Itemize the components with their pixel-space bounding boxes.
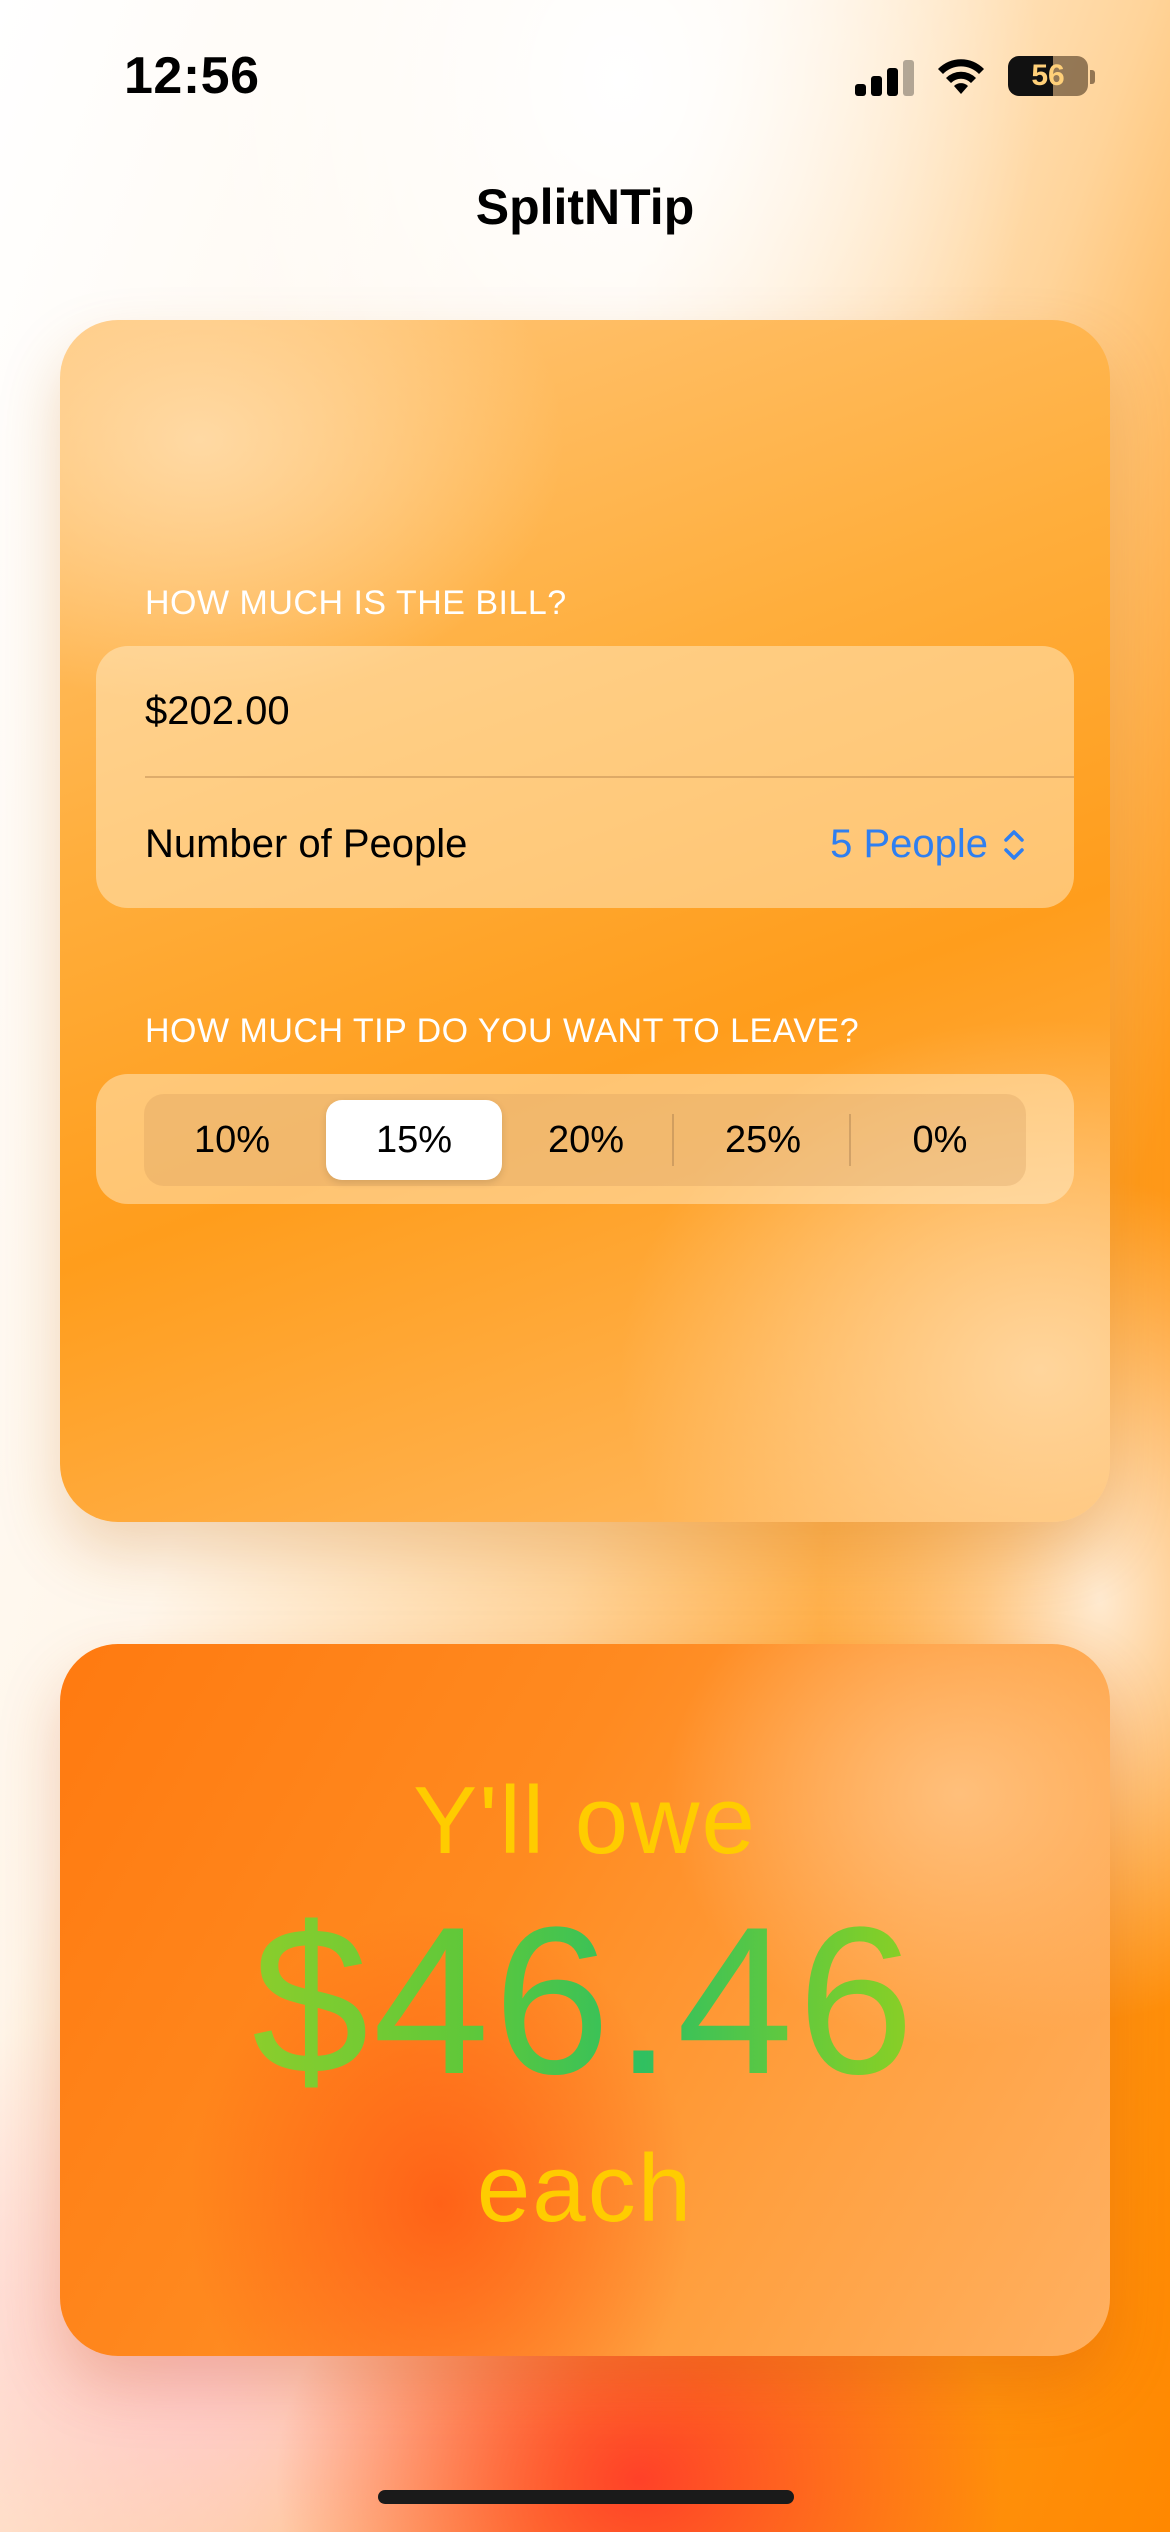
nav-title: SplitNTip <box>475 179 695 235</box>
chevron-updown-icon <box>1004 829 1024 860</box>
each-label: each <box>476 2135 694 2242</box>
wifi-icon <box>938 59 984 94</box>
status-bar: 12:56 56 <box>0 0 1170 150</box>
number-of-people-label: Number of People <box>145 822 468 866</box>
bill-amount-input[interactable] <box>145 646 1025 776</box>
tip-section-header: HOW MUCH TIP DO YOU WANT TO LEAVE? <box>145 1012 860 1050</box>
tip-option-25[interactable]: 25% <box>675 1094 851 1186</box>
bill-section-header: HOW MUCH IS THE BILL? <box>145 584 567 622</box>
home-indicator[interactable] <box>378 2490 794 2504</box>
tip-option-20[interactable]: 20% <box>498 1094 674 1186</box>
per-person-amount: $46.46 <box>0 1880 1170 2122</box>
tip-form-group: 10% 15% 20% 25% 0% <box>96 1074 1074 1204</box>
bill-input-card <box>60 320 1110 1522</box>
number-of-people-picker[interactable]: 5 People <box>830 822 1026 867</box>
people-picker-value: 5 People <box>830 822 988 866</box>
status-time: 12:56 <box>124 47 260 105</box>
battery-cap <box>1090 70 1095 84</box>
signal-icon <box>855 60 915 96</box>
number-of-people-row[interactable]: Number of People 5 People <box>96 778 1074 908</box>
segment-separator <box>849 1114 851 1166</box>
battery-icon: 56 <box>1008 56 1088 96</box>
tip-percentage-picker[interactable]: 10% 15% 20% 25% 0% <box>144 1094 1026 1186</box>
owe-label: Y'll owe <box>413 1767 757 1874</box>
battery-percentage: 56 <box>1031 59 1065 92</box>
tip-option-0[interactable]: 0% <box>852 1094 1028 1186</box>
tip-option-15[interactable]: 15% <box>326 1100 502 1180</box>
segment-separator <box>672 1114 674 1166</box>
tip-option-10[interactable]: 10% <box>144 1094 320 1186</box>
bill-form-group: Number of People 5 People <box>96 646 1074 908</box>
